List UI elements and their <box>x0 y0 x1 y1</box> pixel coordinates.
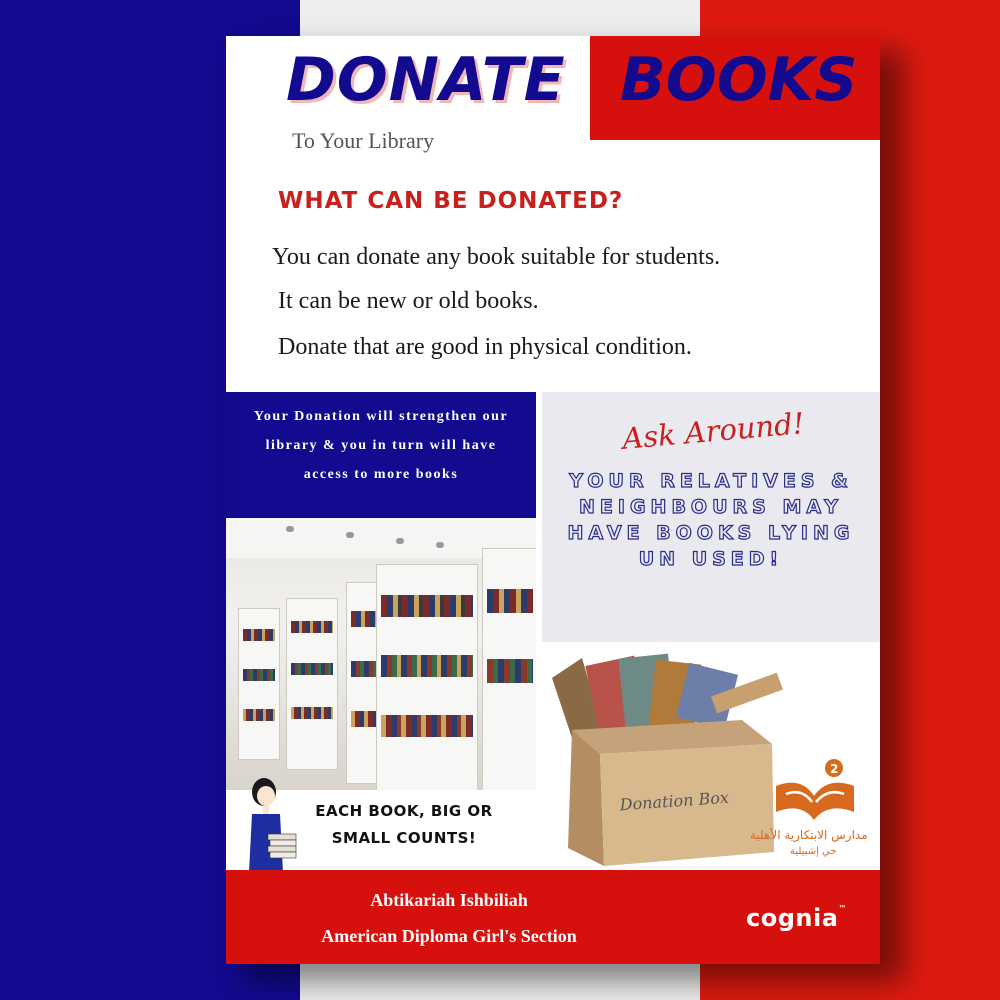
section-heading: WHAT CAN BE DONATED? <box>278 188 624 214</box>
subtitle: To Your Library <box>292 128 435 153</box>
cognia-wordmark: cognia <box>746 904 839 932</box>
school-logo: 2 مدارس الابتكارية الأهلية حي إشبيلية <box>746 756 880 876</box>
bookshelf <box>376 564 478 790</box>
footer-bar: Abtikariah Ishbiliah American Diploma Gi… <box>226 870 880 964</box>
info-line-3: Donate that are good in physical conditi… <box>278 334 692 360</box>
title-books: BOOKS <box>620 45 858 115</box>
counts-message: EACH BOOK, BIG OR SMALL COUNTS! <box>304 798 504 852</box>
school-district-arabic: حي إشبيلية <box>790 846 837 857</box>
info-line-1: You can donate any book suitable for stu… <box>272 244 721 270</box>
logo-number: 2 <box>830 762 838 776</box>
info-line-2: It can be new or old books. <box>278 288 539 314</box>
ceiling-light <box>346 532 354 538</box>
title-donate: DONATE <box>286 45 566 115</box>
school-name-arabic: مدارس الابتكارية الأهلية <box>750 828 868 842</box>
ceiling-light <box>436 542 444 548</box>
section-name: American Diploma Girl's Section <box>321 926 577 946</box>
ceiling-light <box>286 526 294 532</box>
ask-around-panel: Ask Around! YOUR RELATIVES & NEIGHBOURS … <box>542 392 880 642</box>
donation-message: Your Donation will strengthen our librar… <box>253 409 509 482</box>
ask-around-title: Ask Around! <box>620 406 806 456</box>
donation-message-box: Your Donation will strengthen our librar… <box>226 392 536 518</box>
bookshelf <box>482 548 536 790</box>
ceiling-light <box>396 538 404 544</box>
bookshelf <box>238 608 280 760</box>
ask-around-message: YOUR RELATIVES & NEIGHBOURS MAY HAVE BOO… <box>567 469 855 570</box>
bookshelf <box>286 598 338 770</box>
counts-line-2: SMALL COUNTS! <box>331 829 477 847</box>
cognia-logo: cognia™ <box>746 904 847 932</box>
donation-poster: DONATE BOOKS To Your Library WHAT CAN BE… <box>226 36 880 964</box>
girl-face <box>257 786 275 806</box>
counts-line-1: EACH BOOK, BIG OR <box>315 802 493 820</box>
library-photo <box>226 518 536 790</box>
school-logo-icon: 2 <box>776 759 854 820</box>
cognia-trademark: ™ <box>838 904 847 913</box>
book-stack <box>267 833 297 841</box>
school-name: Abtikariah Ishbiliah <box>370 890 528 910</box>
